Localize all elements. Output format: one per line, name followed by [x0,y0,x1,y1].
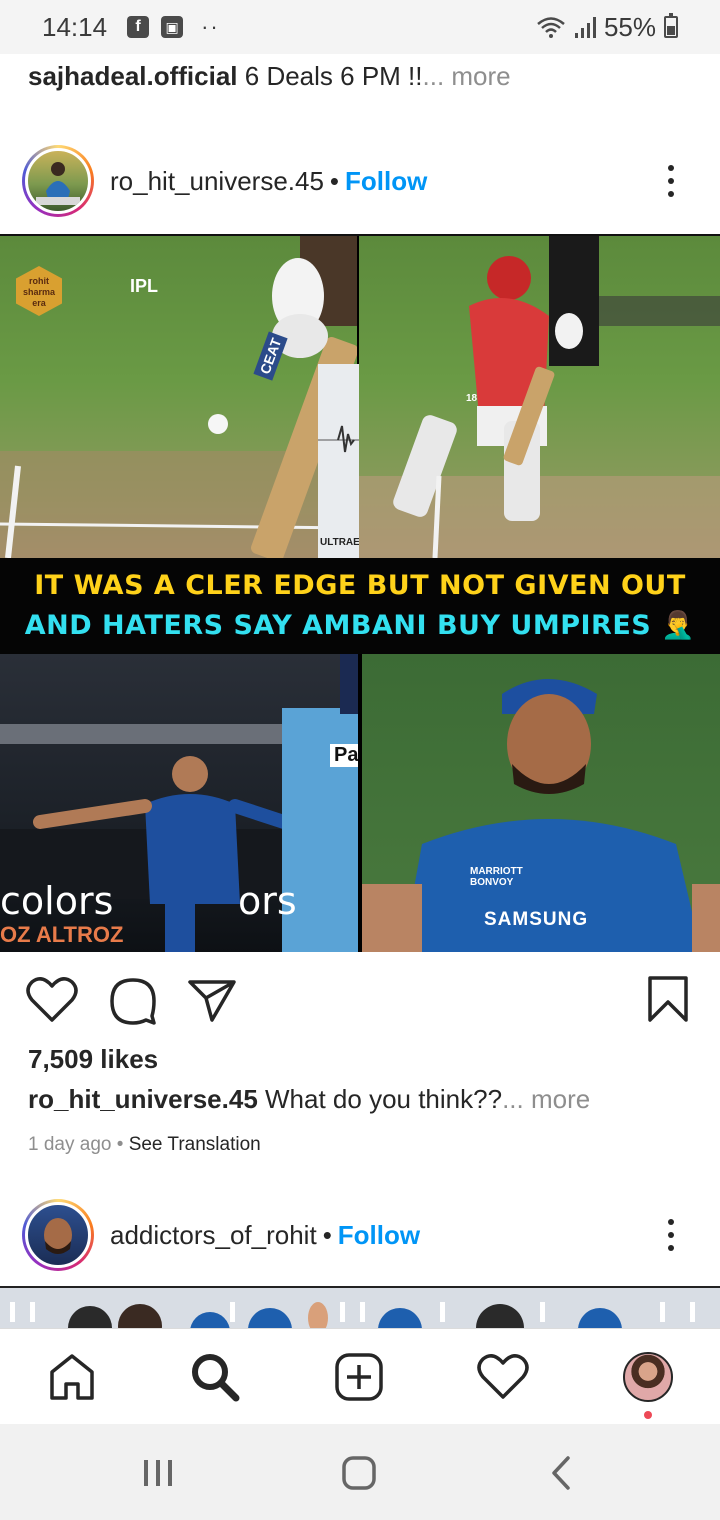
umpire-shirt-text: Pa [330,744,358,767]
share-icon[interactable] [186,976,238,1024]
caption-username[interactable]: ro_hit_universe.45 [28,1084,258,1114]
avatar-person-icon [36,162,80,205]
post-caption: ro_hit_universe.45 What do you think??..… [28,1084,590,1115]
instagram-feed-screen: 14:14 f ▣ ·· 55% sajhadeal.official 6 De… [0,0,720,1520]
next-post-username[interactable]: addictors_of_rohit [110,1220,317,1251]
battery-percent: 55% [603,11,656,42]
next-post-options-icon[interactable] [668,1219,674,1251]
ad-colors-right: ors [238,879,297,923]
jersey-marriott: MARRIOTT BONVOY [470,866,523,888]
jersey-number: 18 [466,393,478,404]
more-notifications-dots: ·· [201,14,220,39]
follow-button[interactable]: Follow [345,166,427,197]
battery-icon [664,13,678,38]
post-meta: 1 day ago • See Translation [28,1134,261,1156]
post-username[interactable]: ro_hit_universe.45 [110,166,324,197]
panel-bat-closeup: rohit sharma era IPL CEAT [0,236,357,558]
post-options-icon[interactable] [668,165,674,197]
avatar-face-icon [44,1218,72,1254]
next-post-avatar[interactable] [22,1199,94,1271]
panel-rohit: MARRIOTT BONVOY SAMSUNG [362,654,720,952]
next-header-separator: • [322,1219,332,1250]
profile-notification-dot [644,1411,652,1419]
home-icon[interactable] [44,1349,100,1405]
status-time: 14:14 [42,11,108,42]
panel-bowler: Pa colors ors OZ ALTROZ [0,654,358,952]
next-post-header-name: addictors_of_rohit • Follow [110,1220,420,1251]
post-image[interactable]: rohit sharma era IPL CEAT ULTRAEDGE 18 I… [0,234,720,952]
panel-batsman: 18 [359,236,720,558]
post-header: ro_hit_universe.45 • Follow [0,136,720,226]
prev-post-caption-text: 6 Deals 6 PM !! [244,61,423,91]
wifi-icon [537,17,565,38]
time-ago: 1 day ago [28,1134,112,1155]
home-button-icon[interactable] [342,1456,376,1490]
system-nav-bar [0,1424,720,1520]
next-post-image[interactable] [0,1286,720,1328]
prev-post-caption[interactable]: sajhadeal.official 6 Deals 6 PM !!... mo… [28,58,511,94]
prev-post-username[interactable]: sajhadeal.official [28,61,238,91]
save-bookmark-icon[interactable] [646,974,690,1024]
next-follow-button[interactable]: Follow [338,1220,420,1251]
meme-line-1: IT WAS A CLER EDGE BUT NOT GIVEN OUT [34,570,686,601]
meta-separator: • [116,1134,124,1155]
post-avatar[interactable] [22,145,94,217]
signal-icon [574,17,596,38]
profile-avatar[interactable] [620,1349,676,1405]
jersey-sponsor: SAMSUNG [484,909,589,930]
header-separator: • [329,165,340,196]
caption-text: What do you think?? [265,1084,503,1114]
activity-heart-icon[interactable] [475,1349,531,1405]
bottom-nav [0,1328,720,1424]
post-actions [0,966,720,1036]
meme-line-2: AND HATERS SAY AMBANI BUY UMPIRES 🤦‍♂️ [24,610,696,641]
next-post-header: addictors_of_rohit • Follow [0,1190,720,1280]
ad-colors-left: colors [0,879,114,923]
back-icon[interactable] [550,1456,572,1490]
caption-more-link[interactable]: ... more [502,1084,590,1114]
search-icon[interactable] [187,1349,243,1405]
status-bar: 14:14 f ▣ ·· 55% [0,0,720,54]
ad-altroz: OZ ALTROZ [0,922,124,947]
see-translation-link[interactable]: See Translation [129,1134,261,1155]
meme-text-band: IT WAS A CLER EDGE BUT NOT GIVEN OUT AND… [0,558,720,654]
app-notification-icon: ▣ [161,16,184,38]
ipl-logo: IPL [130,276,159,296]
likes-count[interactable]: 7,509 likes [28,1044,158,1075]
status-right: 55% [536,12,678,43]
recent-apps-icon[interactable] [142,1458,174,1488]
like-heart-icon[interactable] [26,976,78,1024]
comment-icon[interactable] [108,976,158,1026]
facebook-notification-icon: f [127,16,150,38]
prev-post-more-link[interactable]: ... more [423,61,511,91]
post-header-name: ro_hit_universe.45 • Follow [110,166,427,197]
new-post-icon[interactable] [331,1349,387,1405]
